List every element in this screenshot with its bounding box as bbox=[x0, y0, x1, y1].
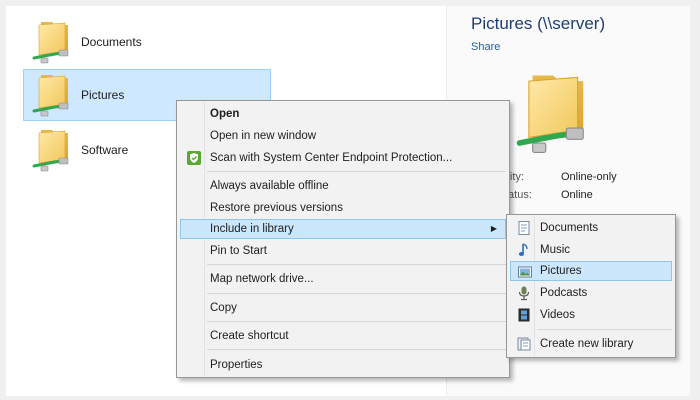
menu-item-label: Scan with System Center Endpoint Protect… bbox=[210, 152, 453, 164]
property-value: Online-only bbox=[561, 171, 617, 183]
file-label: Documents bbox=[81, 35, 142, 49]
menu-item-copy[interactable]: Copy bbox=[180, 298, 506, 318]
pictures-library-icon bbox=[518, 266, 532, 278]
menu-item-label: Copy bbox=[210, 302, 237, 314]
menu-item-label: Create shortcut bbox=[210, 330, 289, 342]
menu-item-label: Properties bbox=[210, 359, 263, 371]
new-library-icon bbox=[517, 337, 531, 351]
library-submenu: Documents Music Pictures Podcasts Videos… bbox=[506, 214, 676, 358]
network-folder-icon bbox=[31, 71, 77, 119]
property-value: Online bbox=[561, 189, 593, 201]
context-menu: Open Open in new window Scan with System… bbox=[176, 100, 510, 378]
menu-item-label: Music bbox=[540, 244, 571, 256]
menu-item-label: Pin to Start bbox=[210, 245, 267, 257]
submenu-item-videos[interactable]: Videos bbox=[510, 305, 672, 325]
menu-separator bbox=[537, 329, 672, 330]
menu-item-label: Map network drive... bbox=[210, 273, 314, 285]
network-folder-icon bbox=[31, 126, 77, 174]
menu-item-label: Open bbox=[210, 108, 240, 120]
menu-item-include-in-library[interactable]: Include in library ▶ bbox=[180, 219, 506, 239]
network-folder-icon bbox=[507, 68, 607, 158]
file-label: Software bbox=[81, 143, 129, 157]
submenu-item-documents[interactable]: Documents bbox=[510, 218, 672, 238]
menu-separator bbox=[207, 293, 506, 294]
submenu-item-podcasts[interactable]: Podcasts bbox=[510, 283, 672, 303]
file-item-documents[interactable]: Documents bbox=[23, 16, 271, 68]
menu-item-label: Include in library bbox=[210, 223, 294, 235]
menu-item-properties[interactable]: Properties bbox=[180, 355, 506, 375]
documents-library-icon bbox=[518, 221, 530, 235]
menu-item-create-shortcut[interactable]: Create shortcut bbox=[180, 326, 506, 346]
details-title: Pictures (\\server) bbox=[471, 14, 606, 33]
menu-item-scan[interactable]: Scan with System Center Endpoint Protect… bbox=[180, 148, 506, 168]
menu-item-label: Documents bbox=[540, 222, 599, 234]
menu-separator bbox=[207, 264, 506, 265]
menu-item-label: Create new library bbox=[540, 338, 634, 350]
menu-item-open-in-new-window[interactable]: Open in new window bbox=[180, 126, 506, 146]
menu-item-label: Videos bbox=[540, 309, 575, 321]
menu-separator bbox=[207, 349, 506, 350]
film-strip-icon bbox=[518, 308, 530, 322]
submenu-item-music[interactable]: Music bbox=[510, 240, 672, 260]
menu-item-label: Pictures bbox=[540, 265, 582, 277]
submenu-item-pictures[interactable]: Pictures bbox=[510, 261, 672, 281]
menu-item-restore-previous-versions[interactable]: Restore previous versions bbox=[180, 198, 506, 218]
menu-separator bbox=[207, 171, 506, 172]
menu-item-label: Always available offline bbox=[210, 180, 329, 192]
music-note-icon bbox=[518, 243, 528, 256]
podcast-microphone-icon bbox=[518, 286, 530, 301]
menu-separator bbox=[207, 321, 506, 322]
menu-item-always-available-offline[interactable]: Always available offline bbox=[180, 176, 506, 196]
menu-item-label: Podcasts bbox=[540, 287, 588, 299]
menu-item-label: Open in new window bbox=[210, 130, 317, 142]
menu-item-label: Restore previous versions bbox=[210, 202, 343, 214]
submenu-item-create-new-library[interactable]: Create new library bbox=[510, 334, 672, 354]
shield-icon bbox=[187, 151, 201, 165]
file-label: Pictures bbox=[81, 88, 125, 102]
menu-item-pin-to-start[interactable]: Pin to Start bbox=[180, 241, 506, 261]
network-folder-icon bbox=[31, 18, 77, 66]
submenu-arrow-icon: ▶ bbox=[490, 224, 497, 233]
menu-item-open[interactable]: Open bbox=[180, 104, 506, 124]
menu-item-map-network-drive[interactable]: Map network drive... bbox=[180, 269, 506, 289]
details-subtitle: Share bbox=[471, 41, 501, 53]
